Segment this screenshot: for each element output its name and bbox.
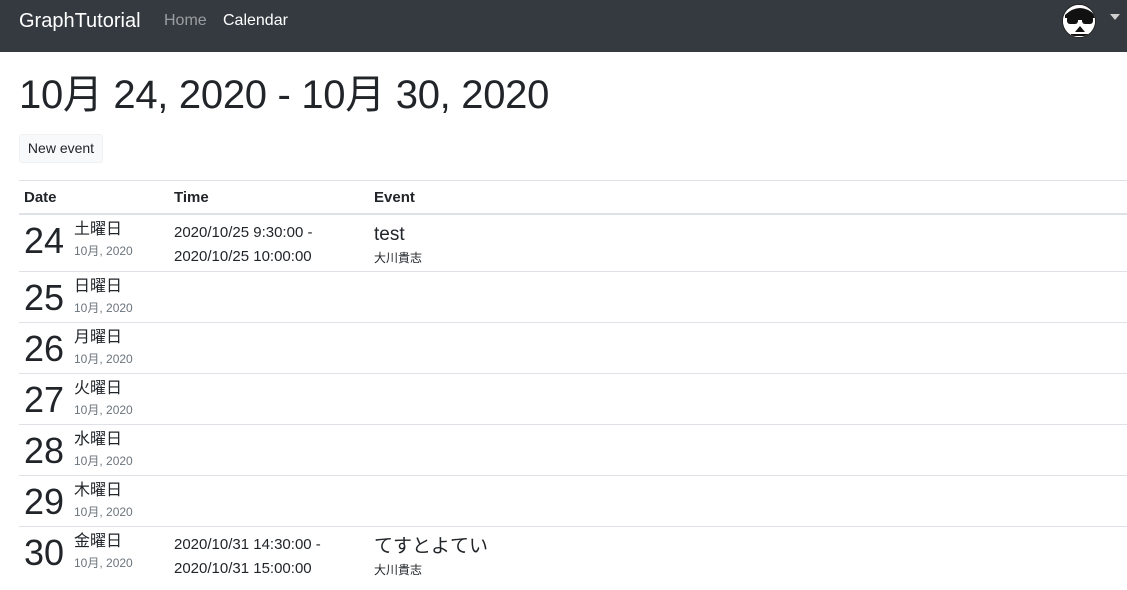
column-header-date: Date — [24, 189, 57, 206]
event-end-time: 2020/10/31 15:00:00 — [174, 560, 312, 577]
table-row: 24 土曜日 10月, 2020 2020/10/25 9:30:00 - 20… — [19, 215, 1127, 272]
table-row: 27 火曜日 10月, 2020 — [19, 374, 1127, 425]
weekday-label: 土曜日 — [74, 221, 123, 238]
day-number: 26 — [24, 328, 65, 369]
column-header-time: Time — [174, 189, 209, 206]
event-organizer: 大川貴志 — [374, 251, 423, 265]
month-year-label: 10月, 2020 — [74, 505, 133, 519]
event-end-time: 2020/10/25 10:00:00 — [174, 248, 312, 265]
day-number: 24 — [24, 220, 65, 261]
navbar: GraphTutorial Home Calendar — [0, 0, 1127, 52]
table-row: 30 金曜日 10月, 2020 2020/10/31 14:30:00 - 2… — [19, 527, 1127, 584]
event-organizer: 大川貴志 — [374, 563, 423, 577]
nav-link-home[interactable]: Home — [164, 12, 207, 30]
table-row: 29 木曜日 10月, 2020 — [19, 476, 1127, 527]
user-avatar-icon[interactable] — [1062, 4, 1096, 38]
day-number: 25 — [24, 277, 65, 318]
event-subject: test — [374, 224, 405, 245]
weekday-label: 水曜日 — [74, 431, 123, 448]
weekday-label: 火曜日 — [74, 380, 123, 397]
month-year-label: 10月, 2020 — [74, 352, 133, 366]
day-number: 28 — [24, 430, 65, 471]
day-number: 29 — [24, 481, 65, 522]
event-time-range: 2020/10/31 14:30:00 - 2020/10/31 15:00:0… — [174, 533, 321, 581]
event-start-time: 2020/10/31 14:30:00 - — [174, 536, 321, 553]
event-start-time: 2020/10/25 9:30:00 - — [174, 224, 313, 241]
weekday-label: 月曜日 — [74, 329, 123, 346]
day-number: 27 — [24, 379, 65, 420]
calendar-table: Date Time Event 24 土曜日 10月, 2020 2020/10… — [19, 180, 1127, 584]
nav-link-calendar[interactable]: Calendar — [223, 12, 288, 30]
table-row: 26 月曜日 10月, 2020 — [19, 323, 1127, 374]
weekday-label: 金曜日 — [74, 533, 123, 550]
month-year-label: 10月, 2020 — [74, 244, 133, 258]
month-year-label: 10月, 2020 — [74, 301, 133, 315]
month-year-label: 10月, 2020 — [74, 556, 133, 570]
month-year-label: 10月, 2020 — [74, 454, 133, 468]
month-year-label: 10月, 2020 — [74, 403, 133, 417]
event-subject: てすとよてい — [374, 536, 489, 557]
table-header: Date Time Event — [19, 180, 1127, 215]
table-row: 25 日曜日 10月, 2020 — [19, 272, 1127, 323]
day-number: 30 — [24, 532, 65, 573]
new-event-button[interactable]: New event — [19, 134, 103, 163]
weekday-label: 日曜日 — [74, 278, 123, 295]
table-row: 28 水曜日 10月, 2020 — [19, 425, 1127, 476]
weekday-label: 木曜日 — [74, 482, 123, 499]
page-title: 10月 24, 2020 - 10月 30, 2020 — [19, 73, 550, 117]
column-header-event: Event — [374, 189, 415, 206]
event-time-range: 2020/10/25 9:30:00 - 2020/10/25 10:00:00 — [174, 221, 312, 269]
caret-down-icon[interactable] — [1110, 14, 1120, 20]
brand-link[interactable]: GraphTutorial — [19, 10, 141, 32]
